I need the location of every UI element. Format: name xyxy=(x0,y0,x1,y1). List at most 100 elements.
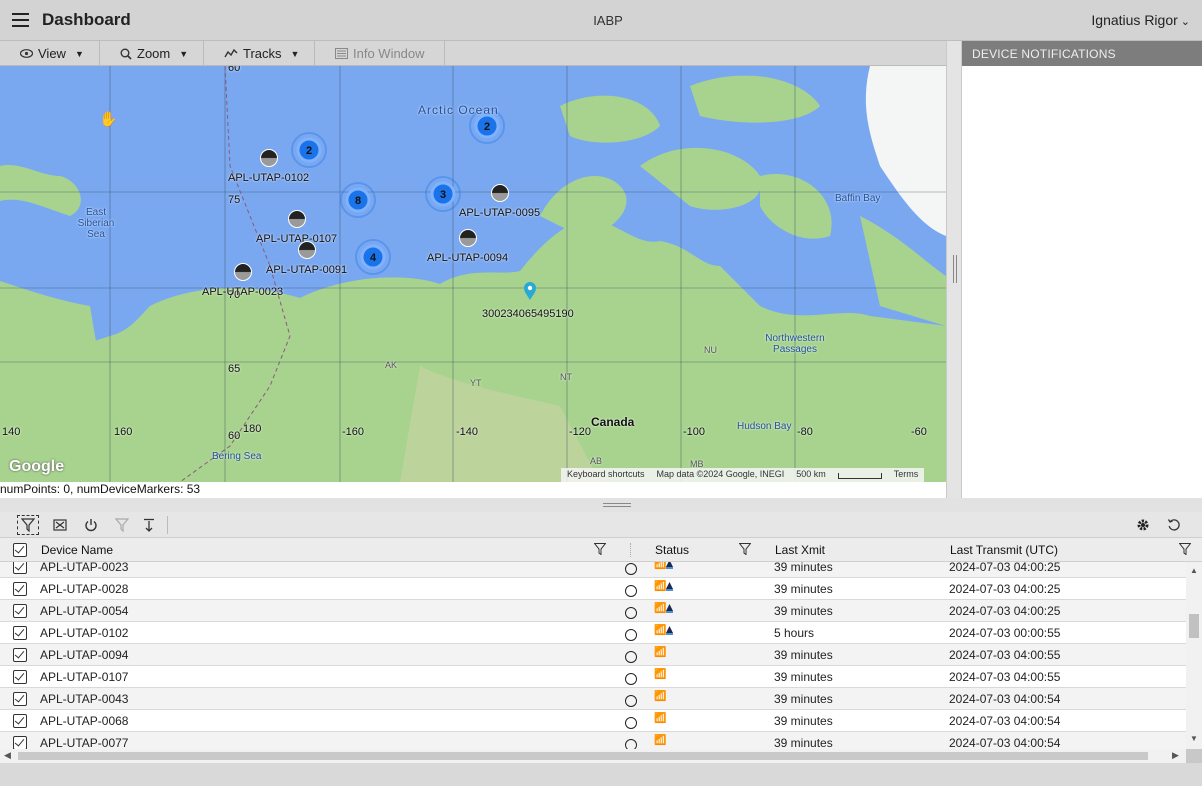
status-icons: 📶 xyxy=(654,691,666,702)
table-row[interactable]: APL-UTAP-0094 📶 39 minutes 2024-07-03 04… xyxy=(0,644,1186,666)
lon-label: -160 xyxy=(342,426,365,438)
status-icons: 📶 xyxy=(654,562,674,570)
row-checkbox[interactable] xyxy=(13,714,27,728)
column-status[interactable]: Status xyxy=(655,543,689,557)
filter-icon[interactable] xyxy=(594,543,606,555)
row-checkbox[interactable] xyxy=(13,562,27,574)
last-transmit-cell: 2024-07-03 00:00:55 xyxy=(949,626,1061,640)
column-last-xmit[interactable]: Last Xmit xyxy=(775,543,825,557)
column-last-transmit[interactable]: Last Transmit (UTC) xyxy=(950,543,1058,557)
device-label: 300234065495190 xyxy=(482,308,574,320)
scale-label: 500 km xyxy=(796,469,826,479)
scroll-left-arrow[interactable]: ◀ xyxy=(4,750,11,761)
scroll-thumb[interactable] xyxy=(1189,614,1199,638)
filter-selected-button[interactable] xyxy=(17,515,39,535)
antenna-icon: 📶 xyxy=(654,647,667,658)
table-row[interactable]: APL-UTAP-0043 📶 39 minutes 2024-07-03 04… xyxy=(0,688,1186,710)
device-label: APL-UTAP-0023 xyxy=(202,286,284,298)
last-transmit-cell: 2024-07-03 04:00:55 xyxy=(949,648,1061,662)
terms-link[interactable]: Terms xyxy=(894,469,919,481)
map-pin-icon[interactable] xyxy=(523,281,537,301)
device-marker[interactable] xyxy=(491,184,509,202)
cluster-marker[interactable]: 2 xyxy=(468,107,506,145)
place-label: NU xyxy=(704,345,717,355)
table-row[interactable]: APL-UTAP-0054 📶 39 minutes 2024-07-03 04… xyxy=(0,600,1186,622)
filter-icon[interactable] xyxy=(1179,543,1191,555)
device-name-cell: APL-UTAP-0043 xyxy=(40,692,129,706)
zoom-menu-button[interactable]: Zoom ▼ xyxy=(100,41,204,66)
power-button[interactable] xyxy=(80,515,102,535)
scroll-down-arrow[interactable]: ▼ xyxy=(1190,734,1198,743)
status-ring-icon xyxy=(625,651,637,663)
lat-label: 60 xyxy=(228,66,241,74)
select-all-checkbox[interactable] xyxy=(13,543,27,557)
device-grid: APL-UTAP-0023 📶 39 minutes 2024-07-03 04… xyxy=(0,562,1186,749)
filter-icon xyxy=(21,518,35,532)
device-marker[interactable] xyxy=(298,241,316,259)
status-ring-icon xyxy=(625,717,637,729)
table-row[interactable]: APL-UTAP-0028 📶 39 minutes 2024-07-03 04… xyxy=(0,578,1186,600)
table-row[interactable]: APL-UTAP-0023 📶 39 minutes 2024-07-03 04… xyxy=(0,562,1186,578)
row-checkbox[interactable] xyxy=(13,670,27,684)
column-divider xyxy=(630,543,631,557)
download-icon xyxy=(144,518,154,532)
antenna-icon: 📶 xyxy=(654,562,667,570)
vertical-scrollbar[interactable]: ▲ ▼ xyxy=(1186,562,1202,749)
status-icons: 📶 xyxy=(654,735,666,746)
horizontal-splitter[interactable] xyxy=(0,498,1202,512)
caret-down-icon: ▼ xyxy=(74,48,84,59)
tracks-menu-button[interactable]: Tracks ▼ xyxy=(204,41,315,66)
row-checkbox[interactable] xyxy=(13,692,27,706)
user-menu[interactable]: Ignatius Rigor ⌄ xyxy=(1091,12,1190,28)
device-marker[interactable] xyxy=(234,263,252,281)
table-row[interactable]: APL-UTAP-0077 📶 39 minutes 2024-07-03 04… xyxy=(0,732,1186,749)
menu-icon[interactable] xyxy=(12,13,29,27)
lon-label: -100 xyxy=(683,426,706,438)
cluster-marker[interactable]: 4 xyxy=(354,238,392,276)
cluster-marker[interactable]: 2 xyxy=(290,131,328,169)
buoy-icon xyxy=(666,582,673,591)
buoy-icon xyxy=(666,604,673,613)
settings-button[interactable] xyxy=(1132,515,1154,535)
place-label: YT xyxy=(470,378,482,388)
device-marker[interactable] xyxy=(459,229,477,247)
filter-icon[interactable] xyxy=(739,543,751,555)
row-checkbox[interactable] xyxy=(13,736,27,749)
table-row[interactable]: APL-UTAP-0068 📶 39 minutes 2024-07-03 04… xyxy=(0,710,1186,732)
scroll-right-arrow[interactable]: ▶ xyxy=(1172,750,1179,761)
place-label: AK xyxy=(385,360,398,370)
scroll-up-arrow[interactable]: ▲ xyxy=(1190,566,1198,575)
row-checkbox[interactable] xyxy=(13,582,27,596)
keyboard-shortcuts-link[interactable]: Keyboard shortcuts xyxy=(567,469,645,481)
buoy-icon xyxy=(666,562,673,569)
device-marker[interactable] xyxy=(260,149,278,167)
view-menu-button[interactable]: View ▼ xyxy=(0,41,100,66)
clear-map-button[interactable] xyxy=(49,515,71,535)
info-window-button[interactable]: Info Window xyxy=(315,41,445,66)
caret-down-icon: ▼ xyxy=(290,48,300,59)
row-checkbox[interactable] xyxy=(13,648,27,662)
row-checkbox[interactable] xyxy=(13,604,27,618)
table-row[interactable]: APL-UTAP-0102 📶 5 hours 2024-07-03 00:00… xyxy=(0,622,1186,644)
device-marker[interactable] xyxy=(288,210,306,228)
last-xmit-cell: 39 minutes xyxy=(774,714,833,728)
grid-header: Device Name Status Last Xmit Last Transm… xyxy=(0,538,1202,562)
filter-disabled-button[interactable] xyxy=(111,515,133,535)
last-transmit-cell: 2024-07-03 04:00:25 xyxy=(949,562,1061,574)
status-icons: 📶 xyxy=(654,581,674,592)
cluster-marker[interactable]: 3 xyxy=(424,175,462,213)
cluster-marker[interactable]: 8 xyxy=(339,181,377,219)
scroll-thumb[interactable] xyxy=(18,752,1148,760)
refresh-button[interactable] xyxy=(1163,515,1185,535)
last-transmit-cell: 2024-07-03 04:00:25 xyxy=(949,582,1061,596)
lon-label: -80 xyxy=(797,426,813,438)
lon-label: -120 xyxy=(569,426,592,438)
column-device-name[interactable]: Device Name xyxy=(41,543,113,557)
table-row[interactable]: APL-UTAP-0107 📶 39 minutes 2024-07-03 04… xyxy=(0,666,1186,688)
horizontal-scrollbar[interactable]: ◀ ▶ xyxy=(0,749,1186,763)
last-xmit-cell: 39 minutes xyxy=(774,736,833,749)
vertical-splitter[interactable] xyxy=(946,41,962,498)
map-canvas[interactable]: Arctic Ocean East Siberian Sea Baffin Ba… xyxy=(0,66,946,482)
download-button[interactable] xyxy=(138,515,160,535)
row-checkbox[interactable] xyxy=(13,626,27,640)
